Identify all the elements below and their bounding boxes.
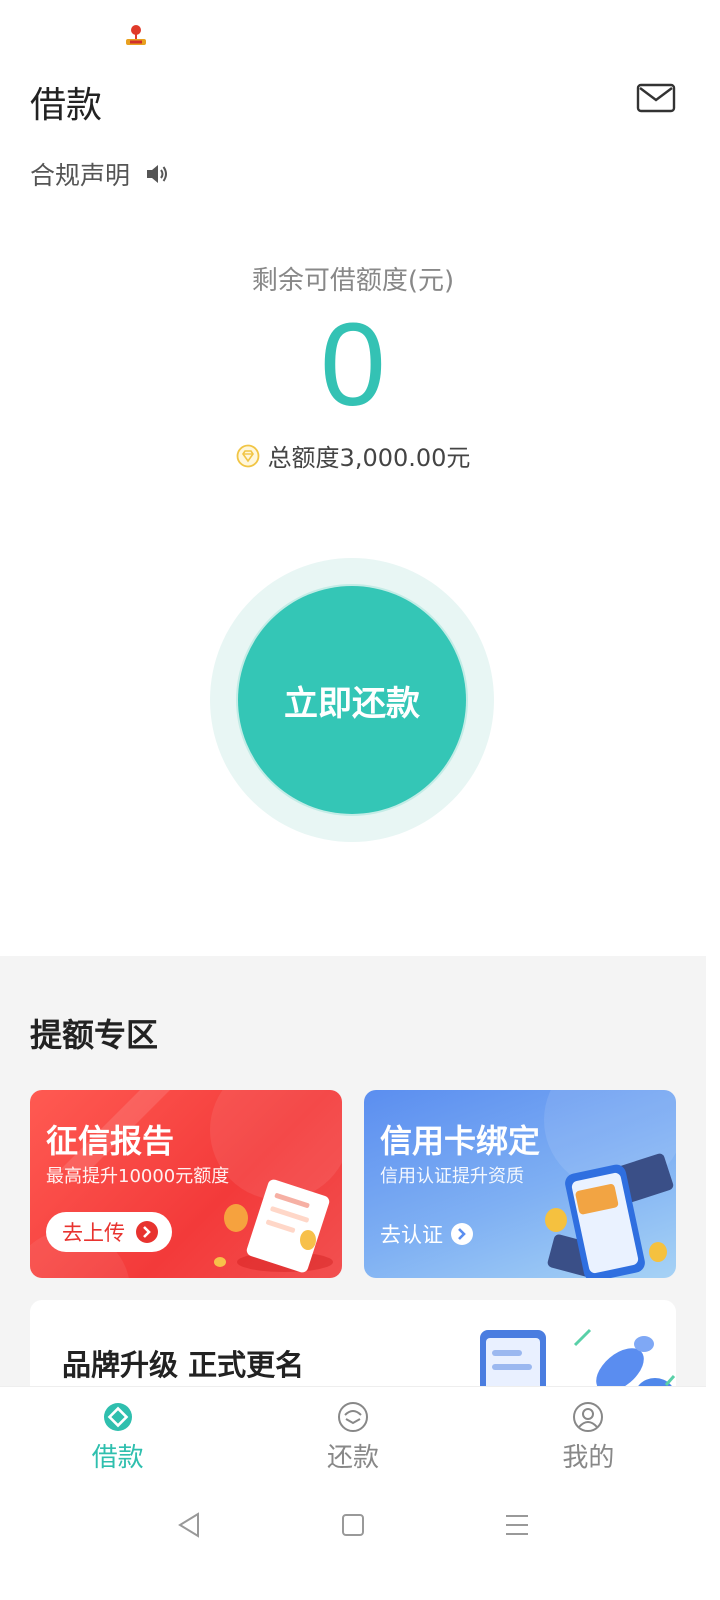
menu-icon [506, 1515, 528, 1535]
verify-button[interactable]: 去认证 [380, 1218, 473, 1250]
total-quota-text: 总额度3,000.00元 [267, 444, 471, 472]
promo-section-title: 提额专区 [30, 1016, 159, 1054]
menu-button[interactable] [495, 1503, 539, 1547]
bottom-tab-bar: 借款 还款 我的 [0, 1386, 706, 1490]
credit-card-binding-title: 信用卡绑定 [380, 1122, 541, 1160]
repay-icon [337, 1402, 368, 1432]
app-status-logo-icon [126, 25, 146, 45]
arrow-right-icon [136, 1221, 158, 1243]
gem-badge-icon [236, 444, 259, 467]
back-button[interactable] [167, 1503, 211, 1547]
tab-loan[interactable]: 借款 [0, 1387, 235, 1490]
home-button[interactable] [331, 1503, 375, 1547]
upload-button-label: 去上传 [62, 1221, 125, 1245]
compliance-notice[interactable]: 合规声明 [30, 152, 170, 196]
brand-upgrade-title: 品牌升级 正式更名 [62, 1348, 305, 1382]
header: 借款 [0, 60, 720, 140]
compliance-notice-label: 合规声明 [30, 161, 131, 190]
repay-now-button[interactable]: 立即还款 [238, 586, 466, 814]
credit-card-binding-card[interactable]: 信用卡绑定 信用认证提升资质 去认证 [364, 1090, 676, 1278]
mail-icon[interactable] [636, 82, 676, 114]
total-quota: 总额度3,000.00元 [0, 438, 706, 473]
profile-icon [573, 1402, 604, 1432]
tab-repay[interactable]: 还款 [235, 1387, 470, 1490]
speaker-icon [147, 165, 168, 183]
upload-button[interactable]: 去上传 [46, 1212, 172, 1252]
arrow-right-icon [451, 1223, 473, 1245]
tab-profile-label: 我的 [562, 1443, 615, 1473]
credit-report-title: 征信报告 [46, 1122, 175, 1160]
tab-loan-label: 借款 [91, 1443, 144, 1473]
home-icon [342, 1514, 364, 1536]
loan-icon [103, 1403, 132, 1431]
credit-report-card[interactable]: 征信报告 最高提升10000元额度 去上传 [30, 1090, 342, 1278]
system-navigation-bar [0, 1490, 706, 1560]
verify-button-label: 去认证 [380, 1223, 443, 1247]
available-quota-value: 0 [320, 299, 386, 431]
page-title: 借款 [30, 85, 103, 126]
credit-card-binding-subtitle: 信用认证提升资质 [380, 1166, 524, 1187]
back-icon [178, 1512, 199, 1538]
available-quota-label: 剩余可借额度(元) [251, 266, 455, 296]
credit-report-subtitle: 最高提升10000元额度 [46, 1166, 230, 1187]
tab-profile[interactable]: 我的 [471, 1387, 706, 1490]
tab-repay-label: 还款 [326, 1443, 379, 1473]
